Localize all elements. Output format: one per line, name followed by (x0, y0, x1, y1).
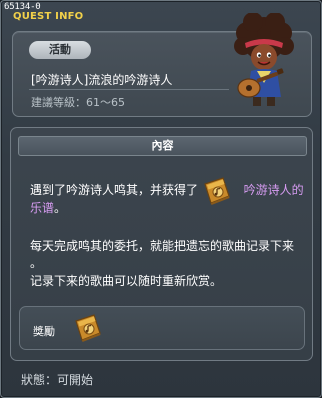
description-paragraph-2: 每天完成鸣其的委托，就能把遗忘的歌曲记录下来 (30, 239, 295, 253)
item-name-highlight-cont[interactable]: 乐谱 (30, 201, 54, 215)
quest-info-window: 65134-0 QUEST INFO 活動 [吟游诗人]流浪的吟游诗人 建議等級… (0, 0, 322, 398)
description-text: 遇到了吟游诗人鸣其，并获得了 (30, 183, 199, 197)
quest-name: [吟游诗人]流浪的吟游诗人 (31, 73, 173, 87)
quest-content-panel: 內容 遇到了吟游诗人鸣其，并获得了 吟游诗人的 乐谱。 每天完成鸣其的委托，就能… (10, 127, 313, 361)
reward-label: 獎勵 (33, 325, 55, 338)
divider (29, 89, 229, 90)
reward-panel: 獎勵 (19, 306, 305, 350)
description-line-2: 乐谱。 (30, 200, 66, 217)
recommended-level: 建議等級：61～65 (31, 96, 125, 109)
description-paragraph-3: 记录下来的歌曲可以随时重新欣赏。 (30, 274, 223, 288)
quest-status: 狀態：可開始 (21, 373, 94, 387)
content-header: 內容 (18, 136, 307, 156)
music-sheet-book-icon[interactable] (72, 313, 104, 343)
music-sheet-book-icon[interactable] (201, 176, 233, 206)
npc-bard-portrait (234, 13, 294, 106)
window-title: QUEST INFO (13, 11, 84, 22)
category-badge: 活動 (29, 41, 91, 59)
description-text: 。 (54, 201, 67, 215)
description-line-1: 遇到了吟游诗人鸣其，并获得了 吟游诗人的 (30, 182, 304, 199)
description-paragraph-2b: 。 (30, 256, 43, 270)
item-name-highlight[interactable]: 吟游诗人的 (244, 183, 304, 197)
